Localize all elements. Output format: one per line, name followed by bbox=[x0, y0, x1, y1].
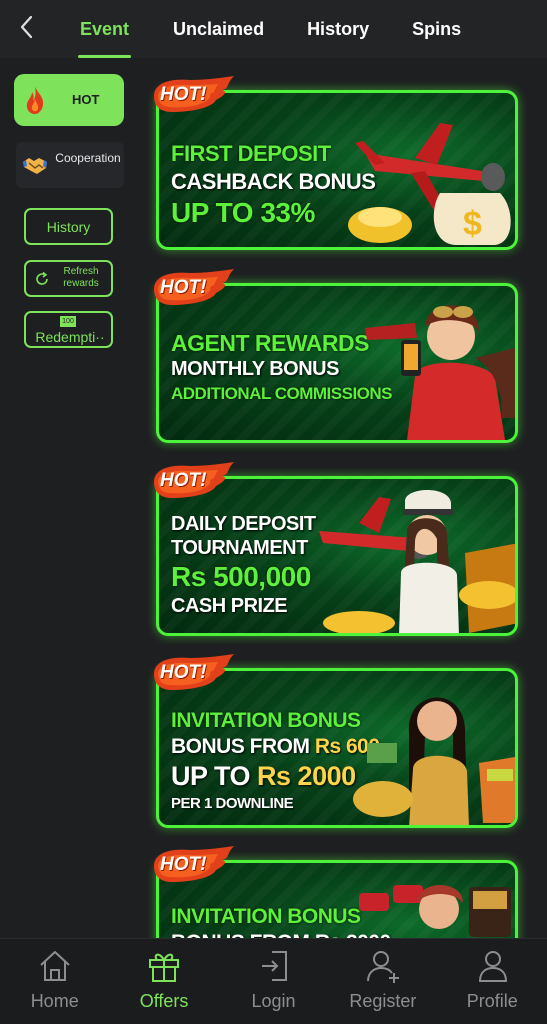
hot-badge: HOT! bbox=[150, 462, 236, 500]
pilot-card-illustration bbox=[359, 885, 511, 937]
redemption-button[interactable]: 100 Redempti·· bbox=[24, 311, 113, 348]
refresh-rewards-button[interactable]: Refresh rewards bbox=[24, 260, 113, 297]
add-user-icon bbox=[367, 951, 400, 983]
user-icon bbox=[478, 951, 507, 982]
promo-banner-agent-rewards[interactable]: AGENT REWARDS MONTHLY BONUS ADDITIONAL C… bbox=[156, 283, 518, 443]
banner-highlight: UP TO 33% bbox=[171, 197, 315, 228]
promo-banner-first-deposit[interactable]: FIRST DEPOSIT CASHBACK BONUS UP TO 33% $ bbox=[156, 90, 518, 250]
top-bar: Event Unclaimed History Spins bbox=[0, 0, 547, 58]
tab-history[interactable]: History bbox=[307, 0, 369, 58]
banner-highlight: UP TO Rs 2000 bbox=[171, 761, 356, 792]
hot-badge: HOT! bbox=[150, 269, 236, 307]
redemption-label: Redempti·· bbox=[35, 329, 105, 345]
refresh-icon bbox=[36, 271, 48, 285]
nav-register[interactable]: Register bbox=[328, 939, 437, 1024]
nav-profile[interactable]: Profile bbox=[438, 939, 547, 1024]
banner-subtitle: MONTHLY BONUS bbox=[171, 358, 339, 380]
category-hot-label: HOT bbox=[72, 92, 100, 107]
app-root: Event Unclaimed History Spins HOT Cooper… bbox=[0, 0, 547, 1024]
nav-register-label: Register bbox=[349, 991, 417, 1011]
hot-badge-text: HOT! bbox=[160, 277, 207, 298]
nav-offers[interactable]: Offers bbox=[109, 939, 218, 1024]
flame-icon bbox=[26, 86, 44, 114]
nav-login-label: Login bbox=[251, 991, 296, 1011]
banner-caption: PER 1 DOWNLINE bbox=[171, 795, 294, 812]
hot-badge-text: HOT! bbox=[160, 854, 207, 875]
banner-caption: CASH PRIZE bbox=[171, 595, 288, 617]
handshake-icon bbox=[23, 158, 47, 174]
promo-banner-daily-deposit[interactable]: DAILY DEPOSIT TOURNAMENT Rs 500,000 CASH… bbox=[156, 476, 518, 636]
category-cooperation-label: Cooperation bbox=[55, 151, 121, 165]
nav-home-label: Home bbox=[30, 991, 79, 1011]
category-cooperation[interactable]: Cooperation bbox=[16, 142, 124, 188]
gift-icon bbox=[149, 953, 180, 982]
category-sidebar: HOT Cooperation History Refresh rewards … bbox=[0, 58, 140, 938]
banner-title: INVITATION BONUS bbox=[171, 709, 361, 732]
nav-offers-label: Offers bbox=[139, 991, 189, 1011]
hot-badge: HOT! bbox=[150, 846, 236, 884]
nav-login[interactable]: Login bbox=[219, 939, 328, 1024]
hostess-illustration bbox=[353, 697, 515, 825]
login-icon bbox=[261, 951, 287, 981]
refresh-rewards-label: Refresh rewards bbox=[63, 266, 99, 289]
home-icon bbox=[40, 951, 70, 981]
banner-highlight-prefix: UP TO bbox=[171, 761, 258, 791]
history-button-label: History bbox=[46, 218, 91, 235]
hot-badge-text: HOT! bbox=[160, 662, 207, 683]
voucher-icon: 100 bbox=[60, 316, 76, 327]
chevron-left-icon bbox=[20, 15, 33, 39]
banner-title: DAILY DEPOSIT bbox=[171, 513, 316, 535]
banner-highlight-amount: Rs 2000 bbox=[257, 761, 356, 791]
hot-badge-text: HOT! bbox=[160, 84, 207, 105]
banner-prize: Rs 500,000 bbox=[171, 561, 311, 592]
history-button[interactable]: History bbox=[24, 208, 113, 245]
agent-illustration bbox=[365, 305, 515, 440]
banner-subtitle-prefix: BONUS FROM bbox=[171, 735, 315, 758]
tab-event[interactable]: Event bbox=[77, 0, 132, 58]
nav-profile-label: Profile bbox=[466, 991, 518, 1011]
hot-badge: HOT! bbox=[150, 654, 236, 692]
hot-badge: HOT! bbox=[150, 76, 236, 114]
category-hot[interactable]: HOT bbox=[14, 74, 124, 126]
banner-subtitle: TOURNAMENT bbox=[171, 537, 308, 559]
promo-banner-invitation-bonus[interactable]: INVITATION BONUS BONUS FROM Rs 600 UP TO… bbox=[156, 668, 518, 828]
pilot-illustration bbox=[319, 490, 515, 633]
tab-unclaimed[interactable]: Unclaimed bbox=[173, 0, 264, 58]
banner-title: FIRST DEPOSIT bbox=[171, 141, 331, 166]
back-button[interactable] bbox=[12, 12, 40, 42]
hot-badge-text: HOT! bbox=[160, 470, 207, 491]
svg-text:$: $ bbox=[463, 205, 482, 243]
bottom-navigation: Home Offers Login Register Profile bbox=[0, 938, 547, 1024]
banner-title: AGENT REWARDS bbox=[171, 330, 369, 356]
banner-title: INVITATION BONUS bbox=[171, 905, 361, 928]
airplane-illustration: $ bbox=[348, 123, 511, 245]
tab-bar: Event Unclaimed History Spins bbox=[62, 0, 547, 58]
nav-home[interactable]: Home bbox=[0, 939, 109, 1024]
tab-spins[interactable]: Spins bbox=[412, 0, 461, 58]
